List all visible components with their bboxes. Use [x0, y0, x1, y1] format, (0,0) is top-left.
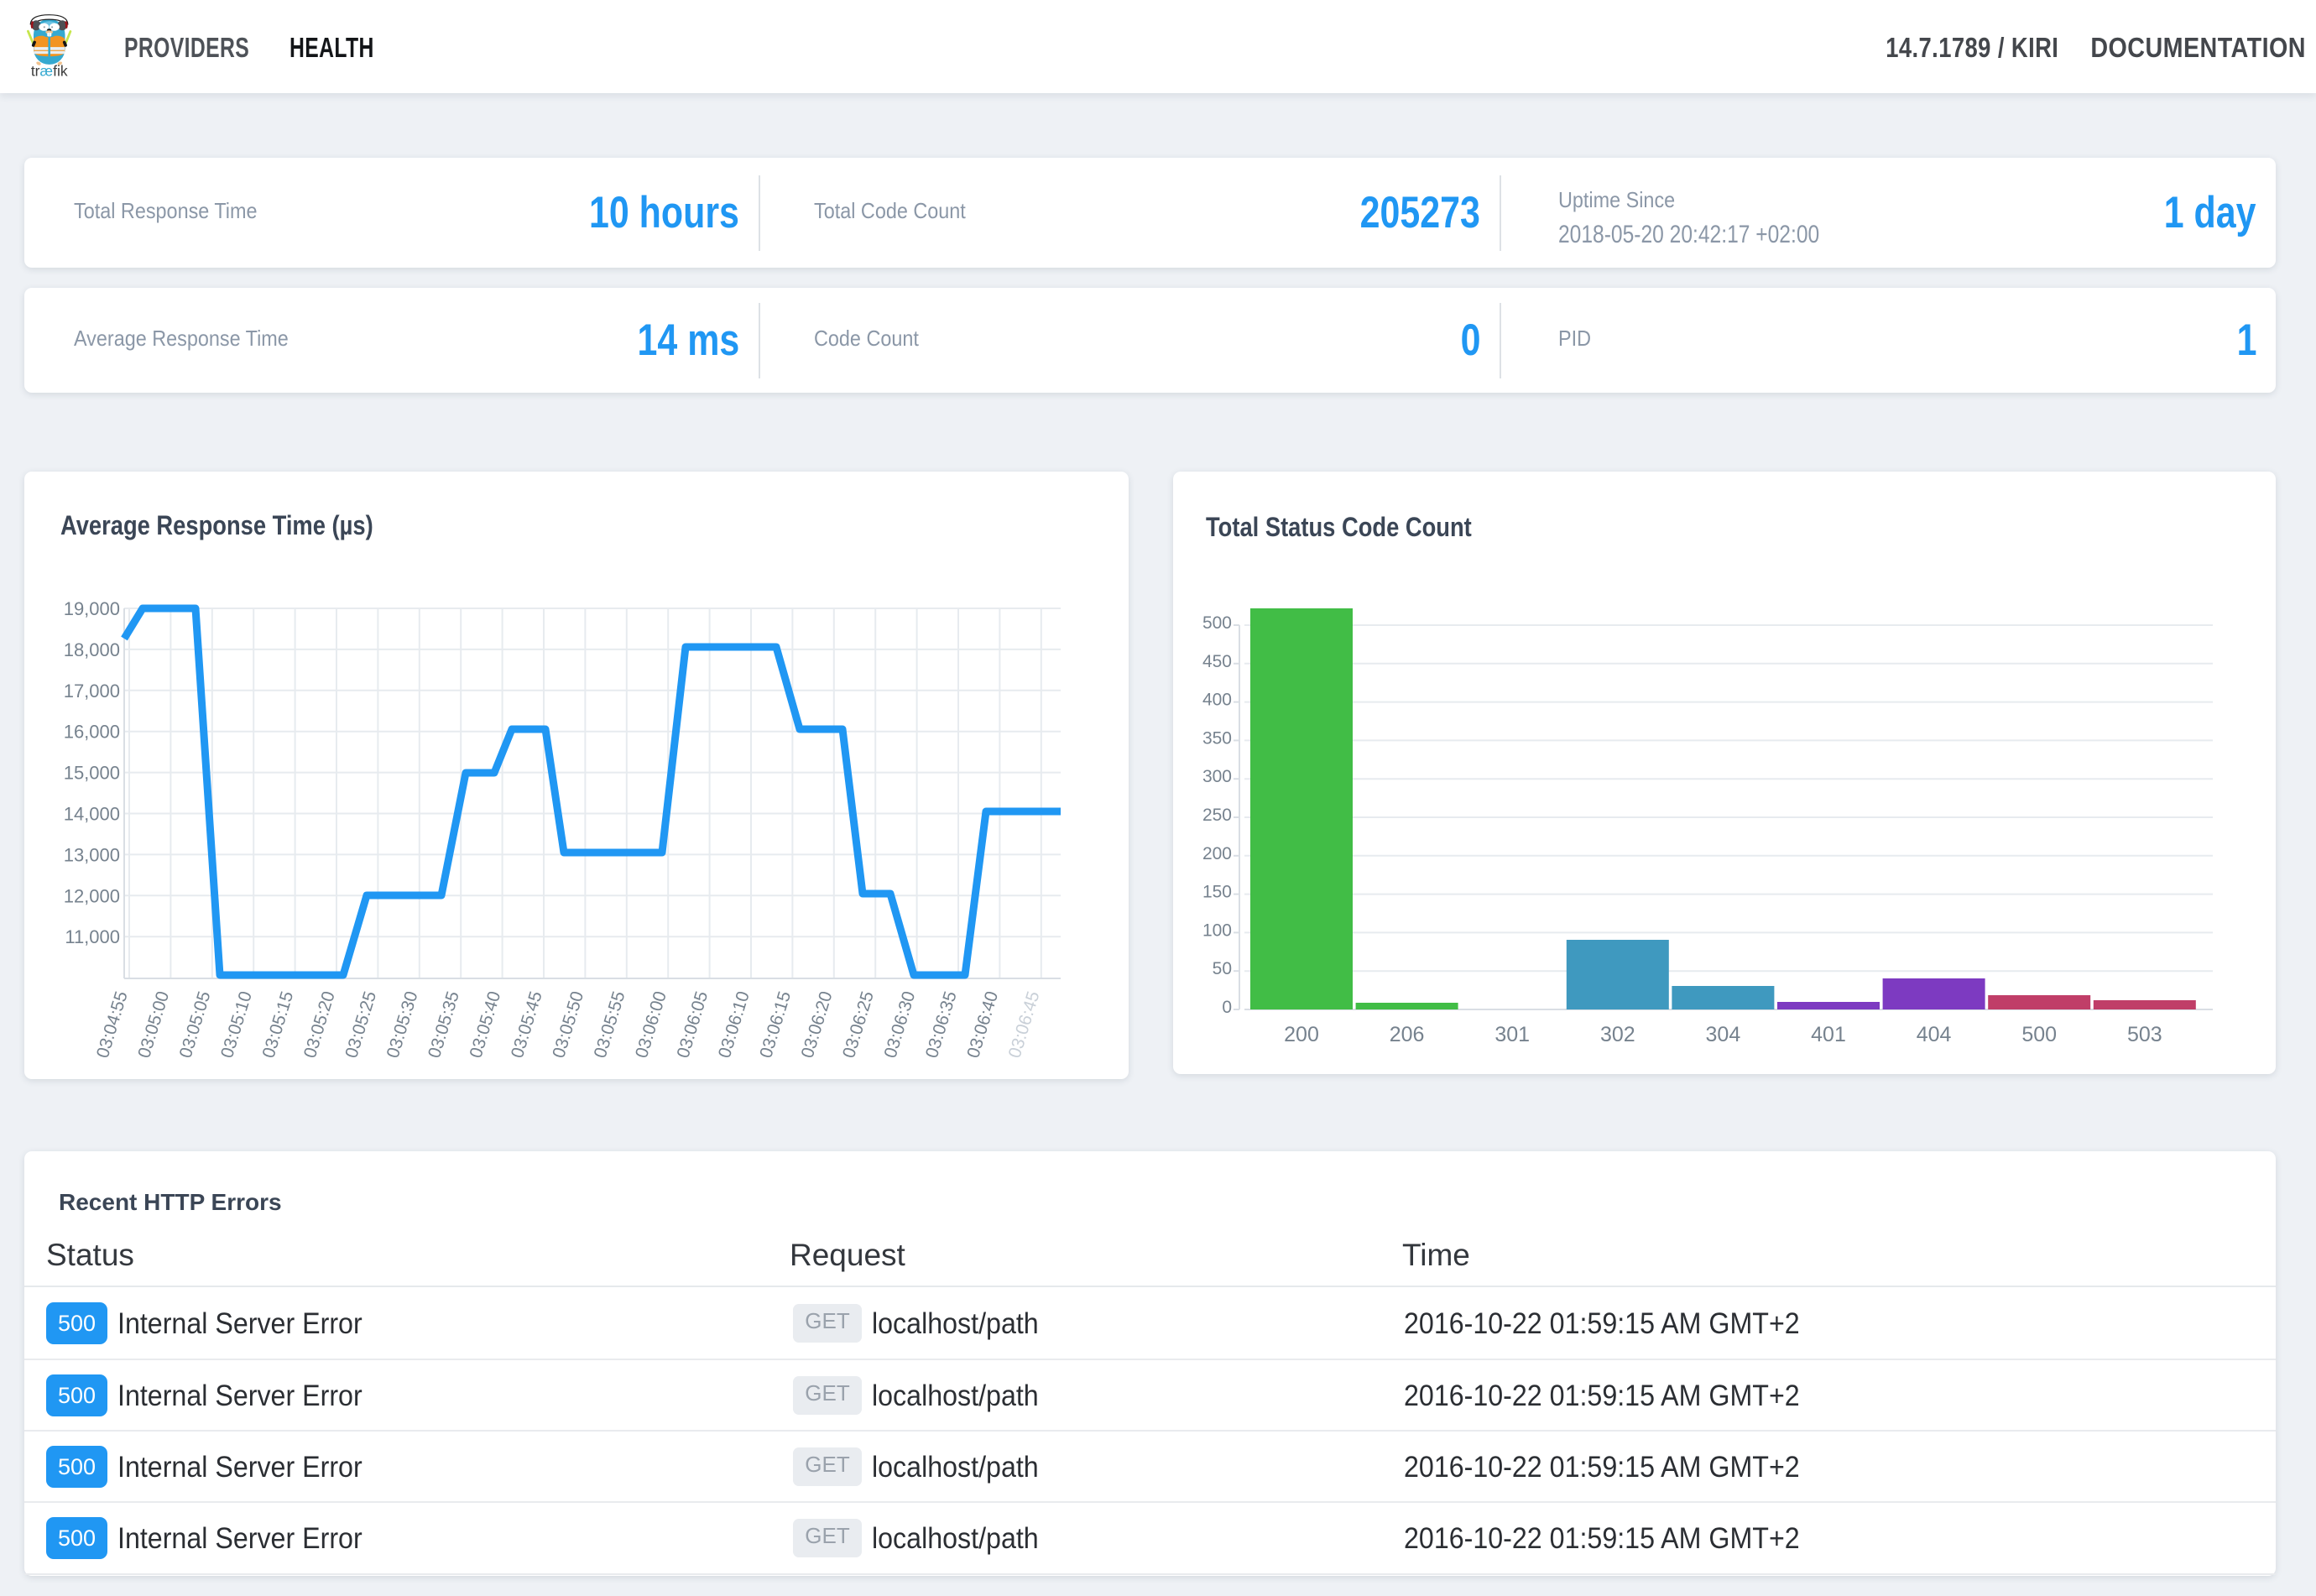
svg-text:401: 401 — [1811, 1023, 1846, 1046]
svg-text:11,000: 11,000 — [65, 926, 120, 947]
svg-text:19,000: 19,000 — [64, 598, 120, 619]
svg-text:250: 250 — [1202, 806, 1232, 825]
svg-text:03:05:50: 03:05:50 — [549, 989, 587, 1061]
svg-text:404: 404 — [1917, 1023, 1952, 1046]
svg-text:03:06:00: 03:06:00 — [632, 989, 670, 1061]
svg-text:03:05:00: 03:05:00 — [134, 989, 173, 1061]
svg-text:03:06:20: 03:06:20 — [798, 989, 837, 1061]
svg-text:350: 350 — [1202, 728, 1232, 748]
svg-text:150: 150 — [1202, 883, 1232, 902]
svg-text:500: 500 — [2021, 1023, 2057, 1046]
svg-text:03:06:40: 03:06:40 — [963, 989, 1002, 1061]
svg-text:03:05:55: 03:05:55 — [591, 989, 629, 1061]
svg-text:14,000: 14,000 — [64, 804, 120, 825]
svg-text:03:06:05: 03:06:05 — [673, 989, 712, 1061]
svg-text:50: 50 — [1213, 959, 1232, 978]
svg-text:302: 302 — [1600, 1023, 1635, 1046]
svg-text:03:05:10: 03:05:10 — [217, 989, 256, 1061]
svg-text:03:05:05: 03:05:05 — [176, 989, 215, 1061]
svg-text:16,000: 16,000 — [64, 722, 120, 743]
svg-text:03:05:45: 03:05:45 — [508, 989, 546, 1061]
svg-text:03:04:55: 03:04:55 — [93, 989, 132, 1061]
svg-text:03:05:35: 03:05:35 — [425, 989, 463, 1061]
svg-text:301: 301 — [1494, 1023, 1530, 1046]
svg-text:13,000: 13,000 — [64, 844, 120, 865]
svg-text:03:06:10: 03:06:10 — [715, 989, 754, 1061]
svg-text:03:06:15: 03:06:15 — [756, 989, 795, 1061]
svg-text:200: 200 — [1284, 1023, 1319, 1046]
svg-text:03:06:30: 03:06:30 — [880, 989, 919, 1061]
svg-text:træfik: træfik — [31, 63, 68, 80]
svg-text:450: 450 — [1202, 652, 1232, 671]
svg-text:100: 100 — [1202, 921, 1232, 940]
svg-text:15,000: 15,000 — [64, 763, 120, 784]
svg-text:03:05:20: 03:05:20 — [300, 989, 339, 1061]
svg-text:03:05:15: 03:05:15 — [258, 989, 297, 1061]
svg-text:03:05:40: 03:05:40 — [466, 989, 504, 1061]
svg-text:03:05:25: 03:05:25 — [342, 989, 380, 1061]
svg-text:400: 400 — [1202, 691, 1232, 710]
svg-text:17,000: 17,000 — [64, 681, 120, 702]
svg-text:500: 500 — [1202, 613, 1232, 633]
svg-text:03:06:45: 03:06:45 — [1005, 989, 1044, 1061]
svg-text:206: 206 — [1390, 1023, 1425, 1046]
svg-text:304: 304 — [1706, 1023, 1741, 1046]
svg-text:12,000: 12,000 — [64, 885, 120, 906]
svg-text:03:06:35: 03:06:35 — [922, 989, 961, 1061]
svg-text:03:06:25: 03:06:25 — [839, 989, 878, 1061]
svg-text:200: 200 — [1202, 844, 1232, 863]
svg-text:300: 300 — [1202, 767, 1232, 786]
svg-text:0: 0 — [1222, 998, 1232, 1017]
svg-text:503: 503 — [2127, 1023, 2162, 1046]
svg-text:03:05:30: 03:05:30 — [383, 989, 422, 1061]
svg-text:18,000: 18,000 — [64, 639, 120, 660]
